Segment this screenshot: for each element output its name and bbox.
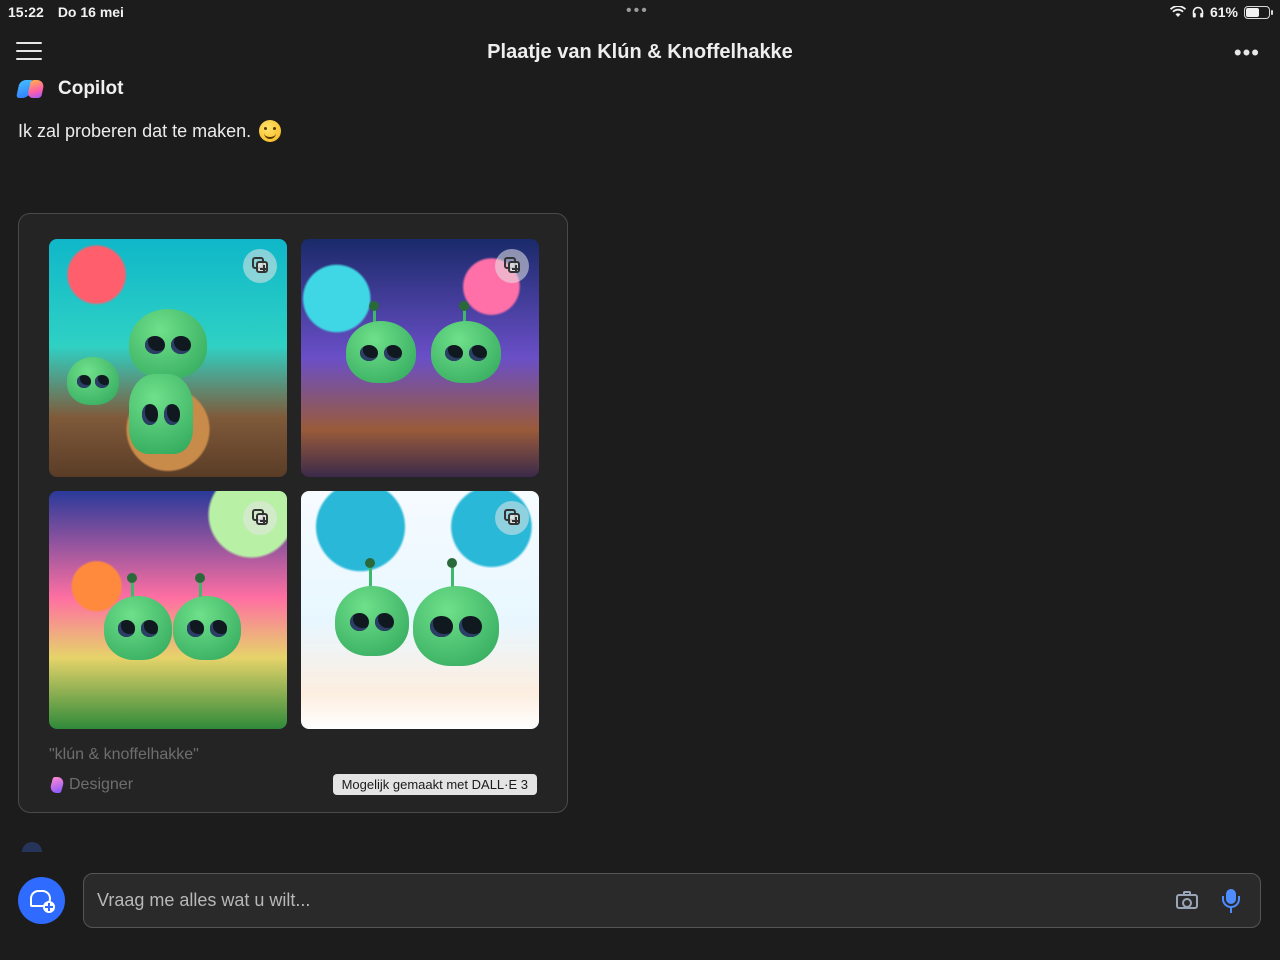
image-prompt: "klún & knoffelhakke": [49, 746, 199, 763]
assistant-message: Ik zal proberen dat te maken.: [18, 120, 282, 142]
message-text: Ik zal proberen dat te maken.: [18, 120, 252, 141]
chat-input-container: [83, 873, 1261, 928]
alien-figure: [67, 357, 119, 405]
status-time: 15:22: [8, 4, 44, 20]
save-to-collection-icon[interactable]: [495, 501, 529, 535]
image-result-card: "klún & knoffelhakke" Designer Mogelijk …: [18, 213, 568, 813]
plus-icon: [43, 901, 55, 913]
antenna: [447, 558, 457, 588]
battery-icon: [1244, 5, 1273, 19]
page-title: Plaatje van Klún & Knoffelhakke: [487, 41, 793, 63]
status-right: 61%: [1169, 4, 1273, 20]
camera-icon[interactable]: [1176, 891, 1198, 909]
message-sender: Copilot: [16, 78, 124, 100]
antenna: [365, 558, 375, 588]
more-options-icon[interactable]: •••: [1234, 40, 1260, 66]
alien-figure: [346, 321, 416, 383]
save-to-collection-icon[interactable]: [243, 501, 277, 535]
smiling-face-icon: [259, 120, 282, 142]
alien-figure: [335, 586, 409, 656]
designer-link[interactable]: Designer: [48, 776, 134, 794]
generated-image-1[interactable]: [49, 239, 287, 477]
generated-image-4[interactable]: [301, 491, 539, 729]
alien-body: [129, 374, 193, 454]
designer-icon: [48, 777, 66, 793]
battery-fill: [1246, 7, 1259, 17]
save-to-collection-icon[interactable]: [243, 249, 277, 283]
headphones-icon: [1192, 6, 1204, 18]
dalle-badge: Mogelijk gemaakt met DALL·E 3: [332, 774, 537, 795]
battery-percent: 61%: [1209, 4, 1238, 20]
generated-image-2[interactable]: [301, 239, 539, 477]
sender-name: Copilot: [58, 78, 124, 99]
new-chat-button[interactable]: [18, 877, 65, 924]
generated-image-3[interactable]: [49, 491, 287, 729]
copilot-logo-icon: [16, 78, 46, 100]
chat-input[interactable]: [97, 874, 1157, 927]
alien-figure: [104, 596, 172, 660]
header: Plaatje van Klún & Knoffelhakke •••: [0, 30, 1280, 76]
status-left: 15:22 Do 16 mei: [8, 4, 124, 20]
partial-avatar: [22, 842, 42, 852]
save-to-collection-icon[interactable]: [495, 249, 529, 283]
wifi-icon: [1169, 6, 1186, 17]
designer-label: Designer: [69, 776, 134, 793]
multitask-indicator[interactable]: •••: [626, 2, 649, 20]
image-grid: [49, 239, 539, 729]
status-date: Do 16 mei: [57, 4, 124, 20]
microphone-icon[interactable]: [1222, 889, 1240, 913]
status-bar: 15:22 Do 16 mei ••• 61%: [0, 0, 1280, 24]
alien-figure: [431, 321, 501, 383]
alien-figure: [129, 309, 207, 379]
alien-figure: [413, 586, 499, 666]
alien-figure: [173, 596, 241, 660]
